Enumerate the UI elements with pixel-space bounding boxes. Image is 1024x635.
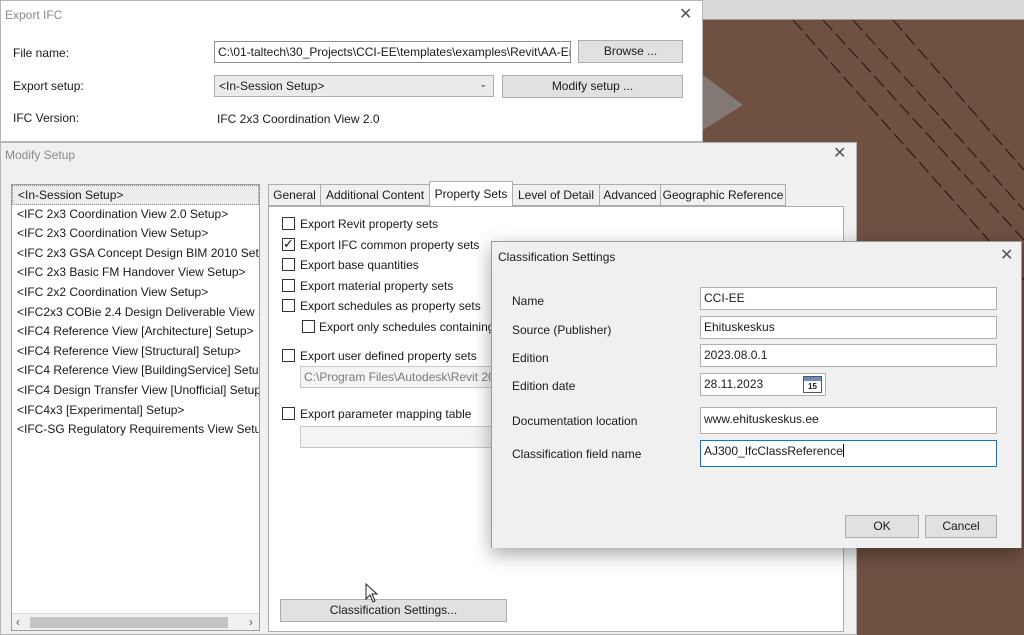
schedules-psets-label: Export schedules as property sets (300, 299, 481, 313)
schedules-psets-checkbox[interactable] (282, 299, 295, 312)
setup-list-item[interactable]: <IFC 2x2 Coordination View Setup> (12, 283, 259, 303)
setup-list-item[interactable]: <IFC4 Reference View [BuildingService] S… (12, 361, 259, 381)
material-psets-label: Export material property sets (300, 279, 454, 293)
user-defined-psets-label: Export user defined property sets (300, 349, 477, 363)
setup-list-item[interactable]: <IFC4x3 [Experimental] Setup> (12, 401, 259, 421)
param-mapping-label: Export parameter mapping table (300, 407, 472, 421)
source-label: Source (Publisher) (512, 323, 612, 337)
setup-list-item[interactable]: <IFC4 Reference View [Structural] Setup> (12, 342, 259, 362)
edition-date-value: 28.11.2023 (704, 377, 764, 391)
file-name-field[interactable]: C:\01-taltech\30_Projects\CCI-EE\templat… (214, 41, 571, 63)
param-mapping-checkbox[interactable] (282, 407, 295, 420)
edition-label: Edition (512, 351, 549, 365)
revit-psets-checkbox[interactable] (282, 217, 295, 230)
modify-setup-title: Modify Setup (5, 148, 76, 162)
ifc-version-label: IFC Version: (13, 111, 80, 125)
ifc-common-psets-checkbox[interactable] (282, 236, 295, 252)
source-field[interactable]: Ehituskeskus (700, 316, 997, 339)
scrollbar-thumb[interactable] (30, 617, 228, 628)
classification-dialog-title: Classification Settings (498, 250, 616, 264)
export-setup-dropdown[interactable]: <In-Session Setup> ⌄ (214, 75, 494, 97)
classification-field-name-input[interactable]: AJ300_IfcClassReference (700, 440, 997, 467)
setup-list-item[interactable]: <IFC4 Design Transfer View [Unofficial] … (12, 381, 259, 401)
tab-general[interactable]: General (268, 184, 321, 206)
scroll-left-icon[interactable]: ‹ (16, 614, 20, 630)
scroll-right-icon[interactable]: › (249, 614, 253, 630)
export-ifc-window: Export IFC ✕ File name: C:\01-taltech\30… (0, 0, 703, 142)
edition-field[interactable]: 2023.08.0.1 (700, 344, 997, 367)
material-psets-checkbox[interactable] (282, 279, 295, 292)
export-setup-value: <In-Session Setup> (219, 79, 325, 93)
setup-list[interactable]: <In-Session Setup> <IFC 2x3 Coordination… (11, 184, 260, 631)
mouse-cursor-icon (365, 583, 379, 603)
documentation-location-field[interactable]: www.ehituskeskus.ee (700, 407, 997, 434)
tab-additional-content[interactable]: Additional Content (320, 184, 430, 206)
base-quantities-checkbox[interactable] (282, 258, 295, 271)
tab-geographic-reference[interactable]: Geographic Reference (660, 184, 786, 206)
export-ifc-title: Export IFC (5, 8, 63, 22)
export-setup-label: Export setup: (13, 79, 84, 93)
param-mapping-path (300, 426, 496, 448)
browse-button[interactable]: Browse ... (578, 40, 683, 63)
classification-field-name-value: AJ300_IfcClassReference (704, 444, 843, 458)
classification-settings-button[interactable]: Classification Settings... (280, 599, 507, 622)
cancel-button[interactable]: Cancel (925, 515, 997, 538)
calendar-icon[interactable]: 15 (803, 376, 822, 393)
close-icon[interactable]: ✕ (1000, 248, 1013, 264)
ifc-common-psets-label: Export IFC common property sets (300, 238, 480, 252)
user-defined-psets-checkbox[interactable] (282, 349, 295, 362)
tab-property-sets[interactable]: Property Sets (429, 181, 513, 207)
close-icon[interactable]: ✕ (833, 146, 846, 162)
tab-advanced[interactable]: Advanced (599, 184, 661, 206)
setup-list-item[interactable]: <IFC 2x3 Coordination View Setup> (12, 224, 259, 244)
setup-list-item[interactable]: <IFC2x3 COBie 2.4 Design Deliverable Vie… (12, 303, 259, 323)
documentation-location-label: Documentation location (512, 414, 638, 428)
classification-field-name-label: Classification field name (512, 447, 642, 461)
text-caret (842, 444, 844, 457)
classification-settings-dialog: Classification Settings ✕ Name CCI-EE So… (491, 241, 1022, 548)
background-toolbar-strip (703, 0, 1024, 20)
setup-list-item[interactable]: <IFC 2x3 Basic FM Handover View Setup> (12, 263, 259, 283)
setup-list-item[interactable]: <IFC-SG Regulatory Requirements View Set… (12, 420, 259, 440)
name-field[interactable]: CCI-EE (700, 287, 997, 310)
horizontal-scrollbar[interactable]: ‹ › (12, 613, 259, 630)
file-name-label: File name: (13, 46, 70, 60)
ok-button[interactable]: OK (845, 515, 919, 538)
edition-date-label: Edition date (512, 379, 576, 393)
edition-date-picker[interactable]: 28.11.2023 15 (700, 373, 826, 396)
classification-dialog-body: Name CCI-EE Source (Publisher) Ehituskes… (492, 270, 1021, 548)
setup-list-item[interactable]: <In-Session Setup> (12, 185, 259, 205)
revit-psets-label: Export Revit property sets (300, 217, 439, 231)
close-icon[interactable]: ✕ (679, 7, 692, 23)
user-defined-psets-path: C:\Program Files\Autodesk\Revit 2023 (300, 366, 496, 388)
modify-setup-button[interactable]: Modify setup ... (502, 75, 683, 98)
base-quantities-label: Export base quantities (300, 258, 419, 272)
name-label: Name (512, 294, 545, 308)
ifc-version-value: IFC 2x3 Coordination View 2.0 (217, 112, 380, 126)
schedules-containing-checkbox[interactable] (302, 320, 315, 333)
setup-list-item[interactable]: <IFC 2x3 Coordination View 2.0 Setup> (12, 205, 259, 225)
chevron-down-icon: ⌄ (479, 79, 487, 89)
setup-list-item[interactable]: <IFC 2x3 GSA Concept Design BIM 2010 Set… (12, 244, 259, 264)
calendar-day: 15 (808, 382, 817, 391)
setup-list-item[interactable]: <IFC4 Reference View [Architecture] Setu… (12, 322, 259, 342)
tab-level-of-detail[interactable]: Level of Detail (512, 184, 600, 206)
schedules-containing-label: Export only schedules containing (319, 320, 495, 334)
